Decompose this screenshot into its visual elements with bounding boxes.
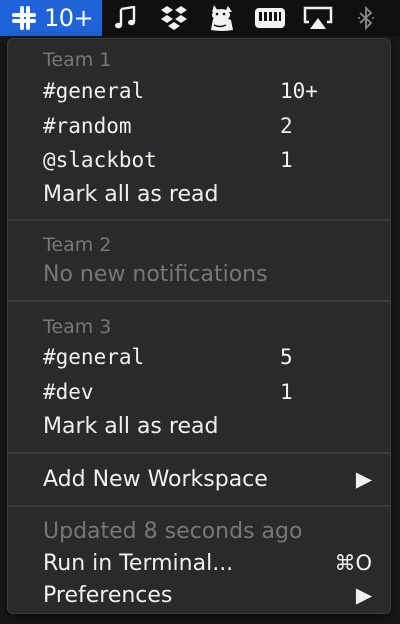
keyboard-status-item[interactable] xyxy=(246,0,294,36)
separator xyxy=(8,300,390,302)
bluetooth-icon xyxy=(358,6,374,30)
updated-status: Updated 8 seconds ago xyxy=(43,518,303,544)
team1-channel-slackbot[interactable]: @slackbot 1 xyxy=(43,145,372,175)
run-in-terminal-item[interactable]: Run in Terminal... ⌘O xyxy=(43,548,372,578)
keyboard-icon xyxy=(255,8,285,28)
separator xyxy=(8,452,390,454)
team2-no-notifications: No new notifications xyxy=(43,261,268,287)
separator xyxy=(8,219,390,221)
run-in-terminal-shortcut: ⌘O xyxy=(334,551,372,575)
music-note-icon xyxy=(115,6,136,29)
team1-mark-all-read[interactable]: Mark all as read xyxy=(43,179,372,209)
team2-header: Team 2 xyxy=(43,234,112,256)
cat-icon xyxy=(211,5,233,31)
channel-count: 1 xyxy=(280,148,293,172)
preferences-item[interactable]: Preferences ▶ xyxy=(43,580,372,610)
airplay-status-item[interactable] xyxy=(294,0,342,36)
team1-header: Team 1 xyxy=(43,49,112,71)
dropbox-icon xyxy=(161,6,187,30)
submenu-arrow-icon: ▶ xyxy=(355,467,372,491)
team3-channel-general[interactable]: #general 5 xyxy=(43,342,372,372)
submenu-arrow-icon: ▶ xyxy=(355,583,372,607)
team3-header: Team 3 xyxy=(43,316,112,338)
channel-name: #general xyxy=(43,345,145,369)
team1-channel-general[interactable]: #general 10+ xyxy=(43,76,372,106)
add-workspace-item[interactable]: Add New Workspace ▶ xyxy=(43,464,372,494)
add-workspace-label: Add New Workspace xyxy=(43,466,268,492)
dropbox-status-item[interactable] xyxy=(150,0,198,36)
team1-channel-random[interactable]: #random 2 xyxy=(43,111,372,141)
slack-icon xyxy=(12,6,36,30)
channel-name: #dev xyxy=(43,380,94,404)
slack-status-item[interactable]: 10+ xyxy=(0,0,102,36)
separator xyxy=(8,505,390,507)
cat-status-item[interactable] xyxy=(198,0,246,36)
bluetooth-status-item[interactable] xyxy=(342,0,390,36)
channel-count: 5 xyxy=(280,345,293,369)
channel-name: #general xyxy=(43,79,145,103)
menu-bar: 10+ xyxy=(0,0,400,36)
channel-name: #random xyxy=(43,114,132,138)
preferences-label: Preferences xyxy=(43,582,173,608)
channel-count: 10+ xyxy=(280,79,318,103)
channel-count: 2 xyxy=(280,114,293,138)
channel-name: @slackbot xyxy=(43,148,157,172)
music-status-item[interactable] xyxy=(102,0,150,36)
channel-count: 1 xyxy=(280,380,293,404)
run-in-terminal-label: Run in Terminal... xyxy=(43,550,234,576)
team3-channel-dev[interactable]: #dev 1 xyxy=(43,377,372,407)
team3-mark-all-read[interactable]: Mark all as read xyxy=(43,411,372,441)
slack-dropdown-menu: Team 1 #general 10+ #random 2 @slackbot … xyxy=(7,38,391,614)
slack-unread-count: 10+ xyxy=(44,4,94,32)
airplay-icon xyxy=(303,6,333,29)
